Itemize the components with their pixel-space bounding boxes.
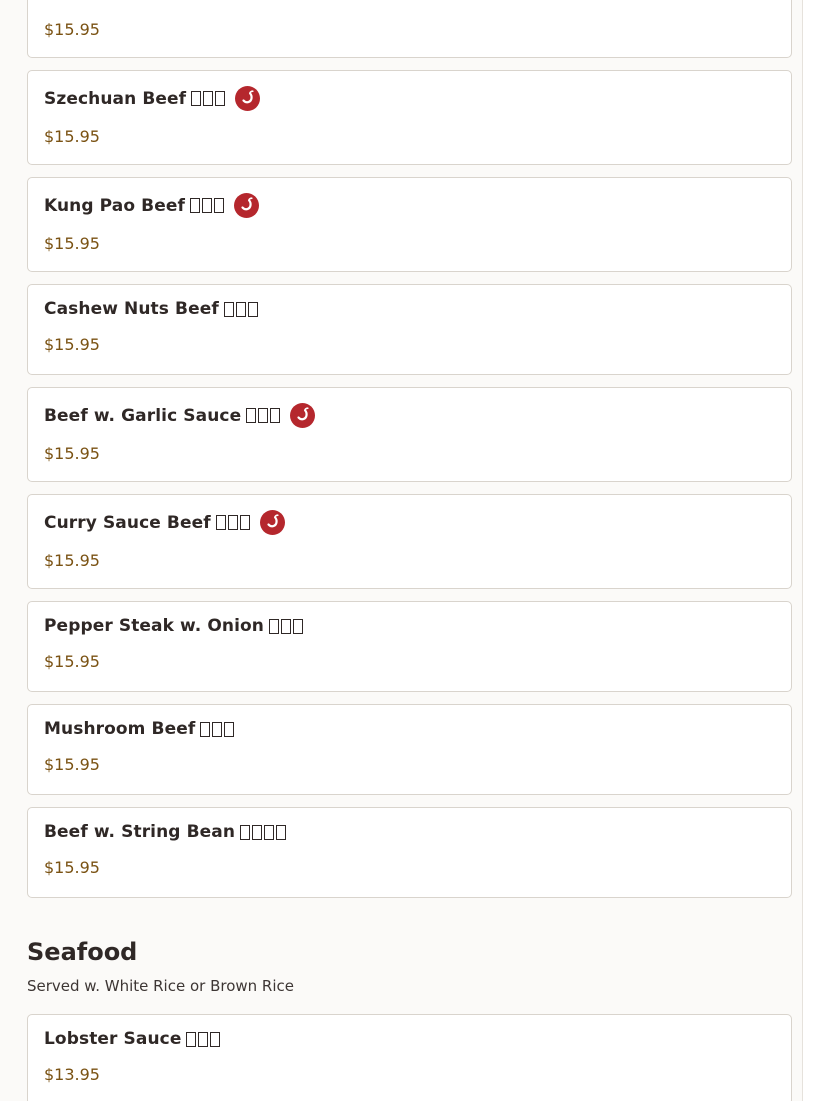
menu-item-card[interactable]: $15.95 xyxy=(27,0,792,58)
item-price: $15.95 xyxy=(44,551,100,570)
menu-item-kung-pao-beef[interactable]: Kung Pao Beef $15.95 xyxy=(27,177,792,272)
item-price: $15.95 xyxy=(44,234,100,253)
menu-item-lobster-sauce[interactable]: Lobster Sauce $13.95 xyxy=(27,1014,792,1101)
chili-pepper-icon xyxy=(259,510,285,535)
menu-item-beef-string-bean[interactable]: Beef w. String Bean $15.95 xyxy=(27,807,792,898)
item-name: Szechuan Beef xyxy=(44,88,187,109)
chili-pepper-icon xyxy=(235,86,261,111)
menu-item-beef-garlic-sauce[interactable]: Beef w. Garlic Sauce $15.95 xyxy=(27,387,792,482)
item-price: $15.95 xyxy=(44,20,100,39)
item-name: Mushroom Beef xyxy=(44,719,196,739)
item-name: Beef w. Garlic Sauce xyxy=(44,405,242,426)
chinese-name-glyphs xyxy=(215,513,252,532)
item-price: $15.95 xyxy=(44,652,100,671)
chinese-name-glyphs xyxy=(269,617,305,636)
chinese-name-glyphs xyxy=(191,89,227,108)
item-price: $13.95 xyxy=(44,1065,100,1084)
menu-item-cashew-nuts-beef[interactable]: Cashew Nuts Beef $15.95 xyxy=(27,284,792,375)
menu-item-curry-sauce-beef[interactable]: Curry Sauce Beef $15.95 xyxy=(27,494,792,589)
chili-pepper-icon xyxy=(233,193,259,218)
item-name: Cashew Nuts Beef xyxy=(44,299,219,319)
chinese-name-glyphs xyxy=(246,406,282,425)
menu-item-szechuan-beef[interactable]: Szechuan Beef $15.95 xyxy=(27,70,792,165)
item-name: Lobster Sauce xyxy=(44,1029,182,1049)
item-price: $15.95 xyxy=(44,335,100,354)
item-price: $15.95 xyxy=(44,755,100,774)
chinese-name-glyphs xyxy=(200,720,236,739)
item-price: $15.95 xyxy=(44,444,100,463)
section-title: Seafood xyxy=(27,938,138,966)
menu-page: $15.95 Szechuan Beef $15.95 Kung Pao Bee… xyxy=(0,0,803,1101)
chinese-name-glyphs xyxy=(186,1030,222,1049)
chinese-name-glyphs xyxy=(189,196,226,215)
item-name: Beef w. String Bean xyxy=(44,822,236,842)
chinese-name-glyphs xyxy=(223,300,260,319)
menu-item-pepper-steak-onion[interactable]: Pepper Steak w. Onion $15.95 xyxy=(27,601,792,692)
item-price: $15.95 xyxy=(44,858,100,877)
chili-pepper-icon xyxy=(290,403,316,428)
menu-item-mushroom-beef[interactable]: Mushroom Beef $15.95 xyxy=(27,704,792,795)
item-name: Curry Sauce Beef xyxy=(44,512,211,533)
beef-items-list: $15.95 Szechuan Beef $15.95 Kung Pao Bee… xyxy=(27,0,792,910)
item-name: Kung Pao Beef xyxy=(44,195,185,216)
seafood-section: Seafood Served w. White Rice or Brown Ri… xyxy=(27,934,792,1101)
chinese-name-glyphs xyxy=(240,823,288,842)
section-description: Served w. White Rice or Brown Rice xyxy=(27,977,294,995)
item-price: $15.95 xyxy=(44,127,100,146)
item-name: Pepper Steak w. Onion xyxy=(44,616,265,636)
